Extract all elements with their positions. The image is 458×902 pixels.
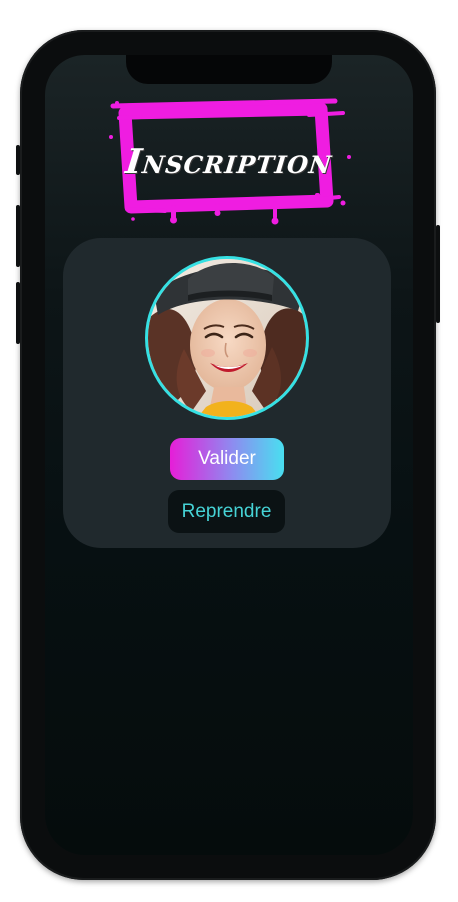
notch	[126, 55, 332, 84]
volume-up-button	[16, 205, 20, 267]
app-screen: Inscription Valider Reprendre	[45, 55, 413, 855]
profile-card: Valider Reprendre	[63, 238, 391, 548]
silent-switch	[16, 145, 20, 175]
portrait-photo-icon	[148, 259, 306, 417]
volume-down-button	[16, 282, 20, 344]
avatar	[145, 256, 309, 420]
power-button	[436, 225, 440, 323]
retake-button[interactable]: Reprendre	[168, 490, 285, 533]
title-graffiti: Inscription	[103, 97, 355, 227]
validate-button[interactable]: Valider	[170, 438, 284, 480]
page-title: Inscription	[123, 142, 335, 182]
